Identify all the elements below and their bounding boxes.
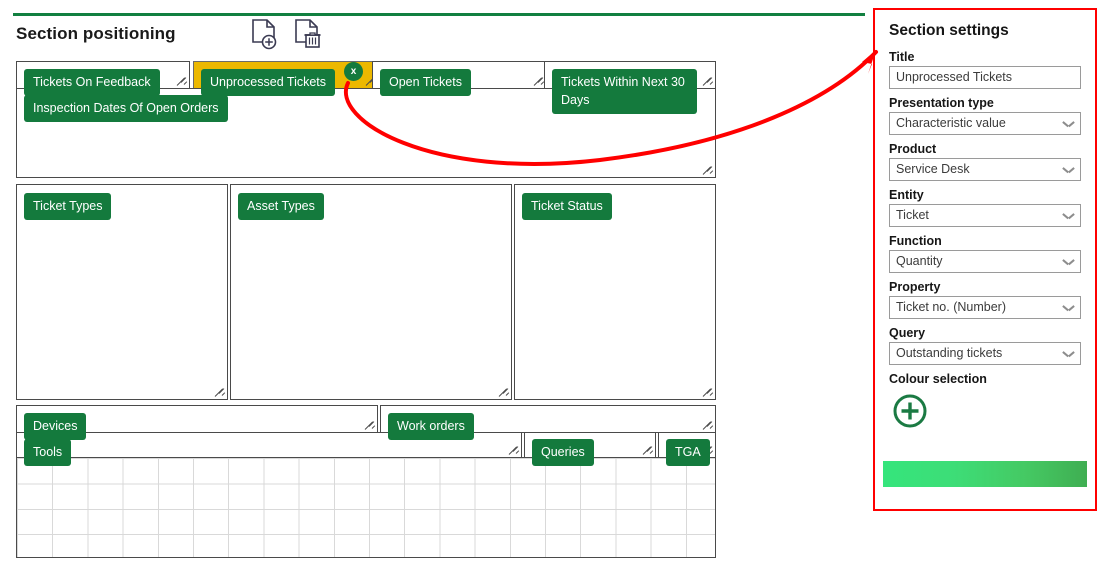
title-input[interactable]: Unprocessed Tickets: [889, 66, 1081, 89]
resize-gripper[interactable]: [509, 445, 520, 456]
label-colour-selection: Colour selection: [889, 372, 1081, 386]
label-property: Property: [889, 280, 1081, 294]
label-product: Product: [889, 142, 1081, 156]
colour-gradient-bar[interactable]: [883, 461, 1087, 487]
section-chip-ticket-status[interactable]: Ticket Status: [522, 193, 612, 220]
resize-gripper[interactable]: [703, 420, 714, 431]
resize-gripper[interactable]: [703, 165, 714, 176]
page-title: Section positioning: [16, 24, 176, 44]
presentation-type-select[interactable]: Characteristic value: [889, 112, 1081, 135]
product-value: Service Desk: [896, 159, 1056, 180]
chevron-down-icon: [1064, 351, 1073, 356]
label-query: Query: [889, 326, 1081, 340]
chevron-down-icon: [1064, 121, 1073, 126]
empty-grid-area[interactable]: [16, 457, 716, 558]
chevron-down-icon: [1064, 167, 1073, 172]
section-chip-unprocessed-tickets[interactable]: Unprocessed Tickets: [201, 69, 335, 96]
section-positioning-panel: Section positioning Tick: [0, 0, 866, 567]
label-function: Function: [889, 234, 1081, 248]
section-chip-tickets-within-next-30-days[interactable]: Tickets Within Next 30 Days: [552, 69, 697, 114]
chevron-down-icon: [1064, 213, 1073, 218]
section-chip-tickets-on-feedback[interactable]: Tickets On Feedback: [24, 69, 160, 96]
presentation-type-value: Characteristic value: [896, 113, 1056, 134]
close-icon[interactable]: x: [344, 62, 363, 81]
section-chip-tga[interactable]: TGA: [666, 439, 710, 466]
section-chip-queries[interactable]: Queries: [532, 439, 594, 466]
plus-circle-icon[interactable]: [892, 393, 928, 429]
section-chip-open-tickets[interactable]: Open Tickets: [380, 69, 471, 96]
query-value: Outstanding tickets: [896, 343, 1056, 364]
property-select[interactable]: Ticket no. (Number): [889, 296, 1081, 319]
section-chip-asset-types[interactable]: Asset Types: [238, 193, 324, 220]
designer-toolbar: [250, 18, 323, 52]
delete-section-icon[interactable]: [293, 18, 323, 52]
section-chip-inspection-dates-of-open-orders[interactable]: Inspection Dates Of Open Orders: [24, 95, 228, 122]
chevron-down-icon: [1064, 305, 1073, 310]
function-select[interactable]: Quantity: [889, 250, 1081, 273]
resize-gripper[interactable]: [365, 420, 376, 431]
section-chip-ticket-types[interactable]: Ticket Types: [24, 193, 111, 220]
section-layout-canvas[interactable]: Tickets On Feedback Unprocessed Tickets …: [16, 60, 716, 558]
label-presentation-type: Presentation type: [889, 96, 1081, 110]
entity-value: Ticket: [896, 205, 1056, 226]
resize-gripper[interactable]: [643, 445, 654, 456]
section-chip-devices[interactable]: Devices: [24, 413, 86, 440]
add-section-icon[interactable]: [250, 18, 280, 52]
label-title: Title: [889, 50, 1081, 64]
property-value: Ticket no. (Number): [896, 297, 1056, 318]
resize-gripper[interactable]: [703, 387, 714, 398]
title-input-value: Unprocessed Tickets: [896, 67, 1074, 88]
section-chip-tools[interactable]: Tools: [24, 439, 71, 466]
section-settings-panel: Section settings Title Unprocessed Ticke…: [873, 8, 1097, 511]
resize-gripper[interactable]: [499, 387, 510, 398]
product-select[interactable]: Service Desk: [889, 158, 1081, 181]
function-value: Quantity: [896, 251, 1056, 272]
resize-gripper[interactable]: [215, 387, 226, 398]
query-select[interactable]: Outstanding tickets: [889, 342, 1081, 365]
header-rule: [13, 13, 865, 16]
section-chip-work-orders[interactable]: Work orders: [388, 413, 474, 440]
settings-title: Section settings: [889, 22, 1081, 40]
chevron-down-icon: [1064, 259, 1073, 264]
entity-select[interactable]: Ticket: [889, 204, 1081, 227]
resize-gripper[interactable]: [703, 76, 714, 87]
label-entity: Entity: [889, 188, 1081, 202]
resize-gripper[interactable]: [177, 76, 188, 87]
